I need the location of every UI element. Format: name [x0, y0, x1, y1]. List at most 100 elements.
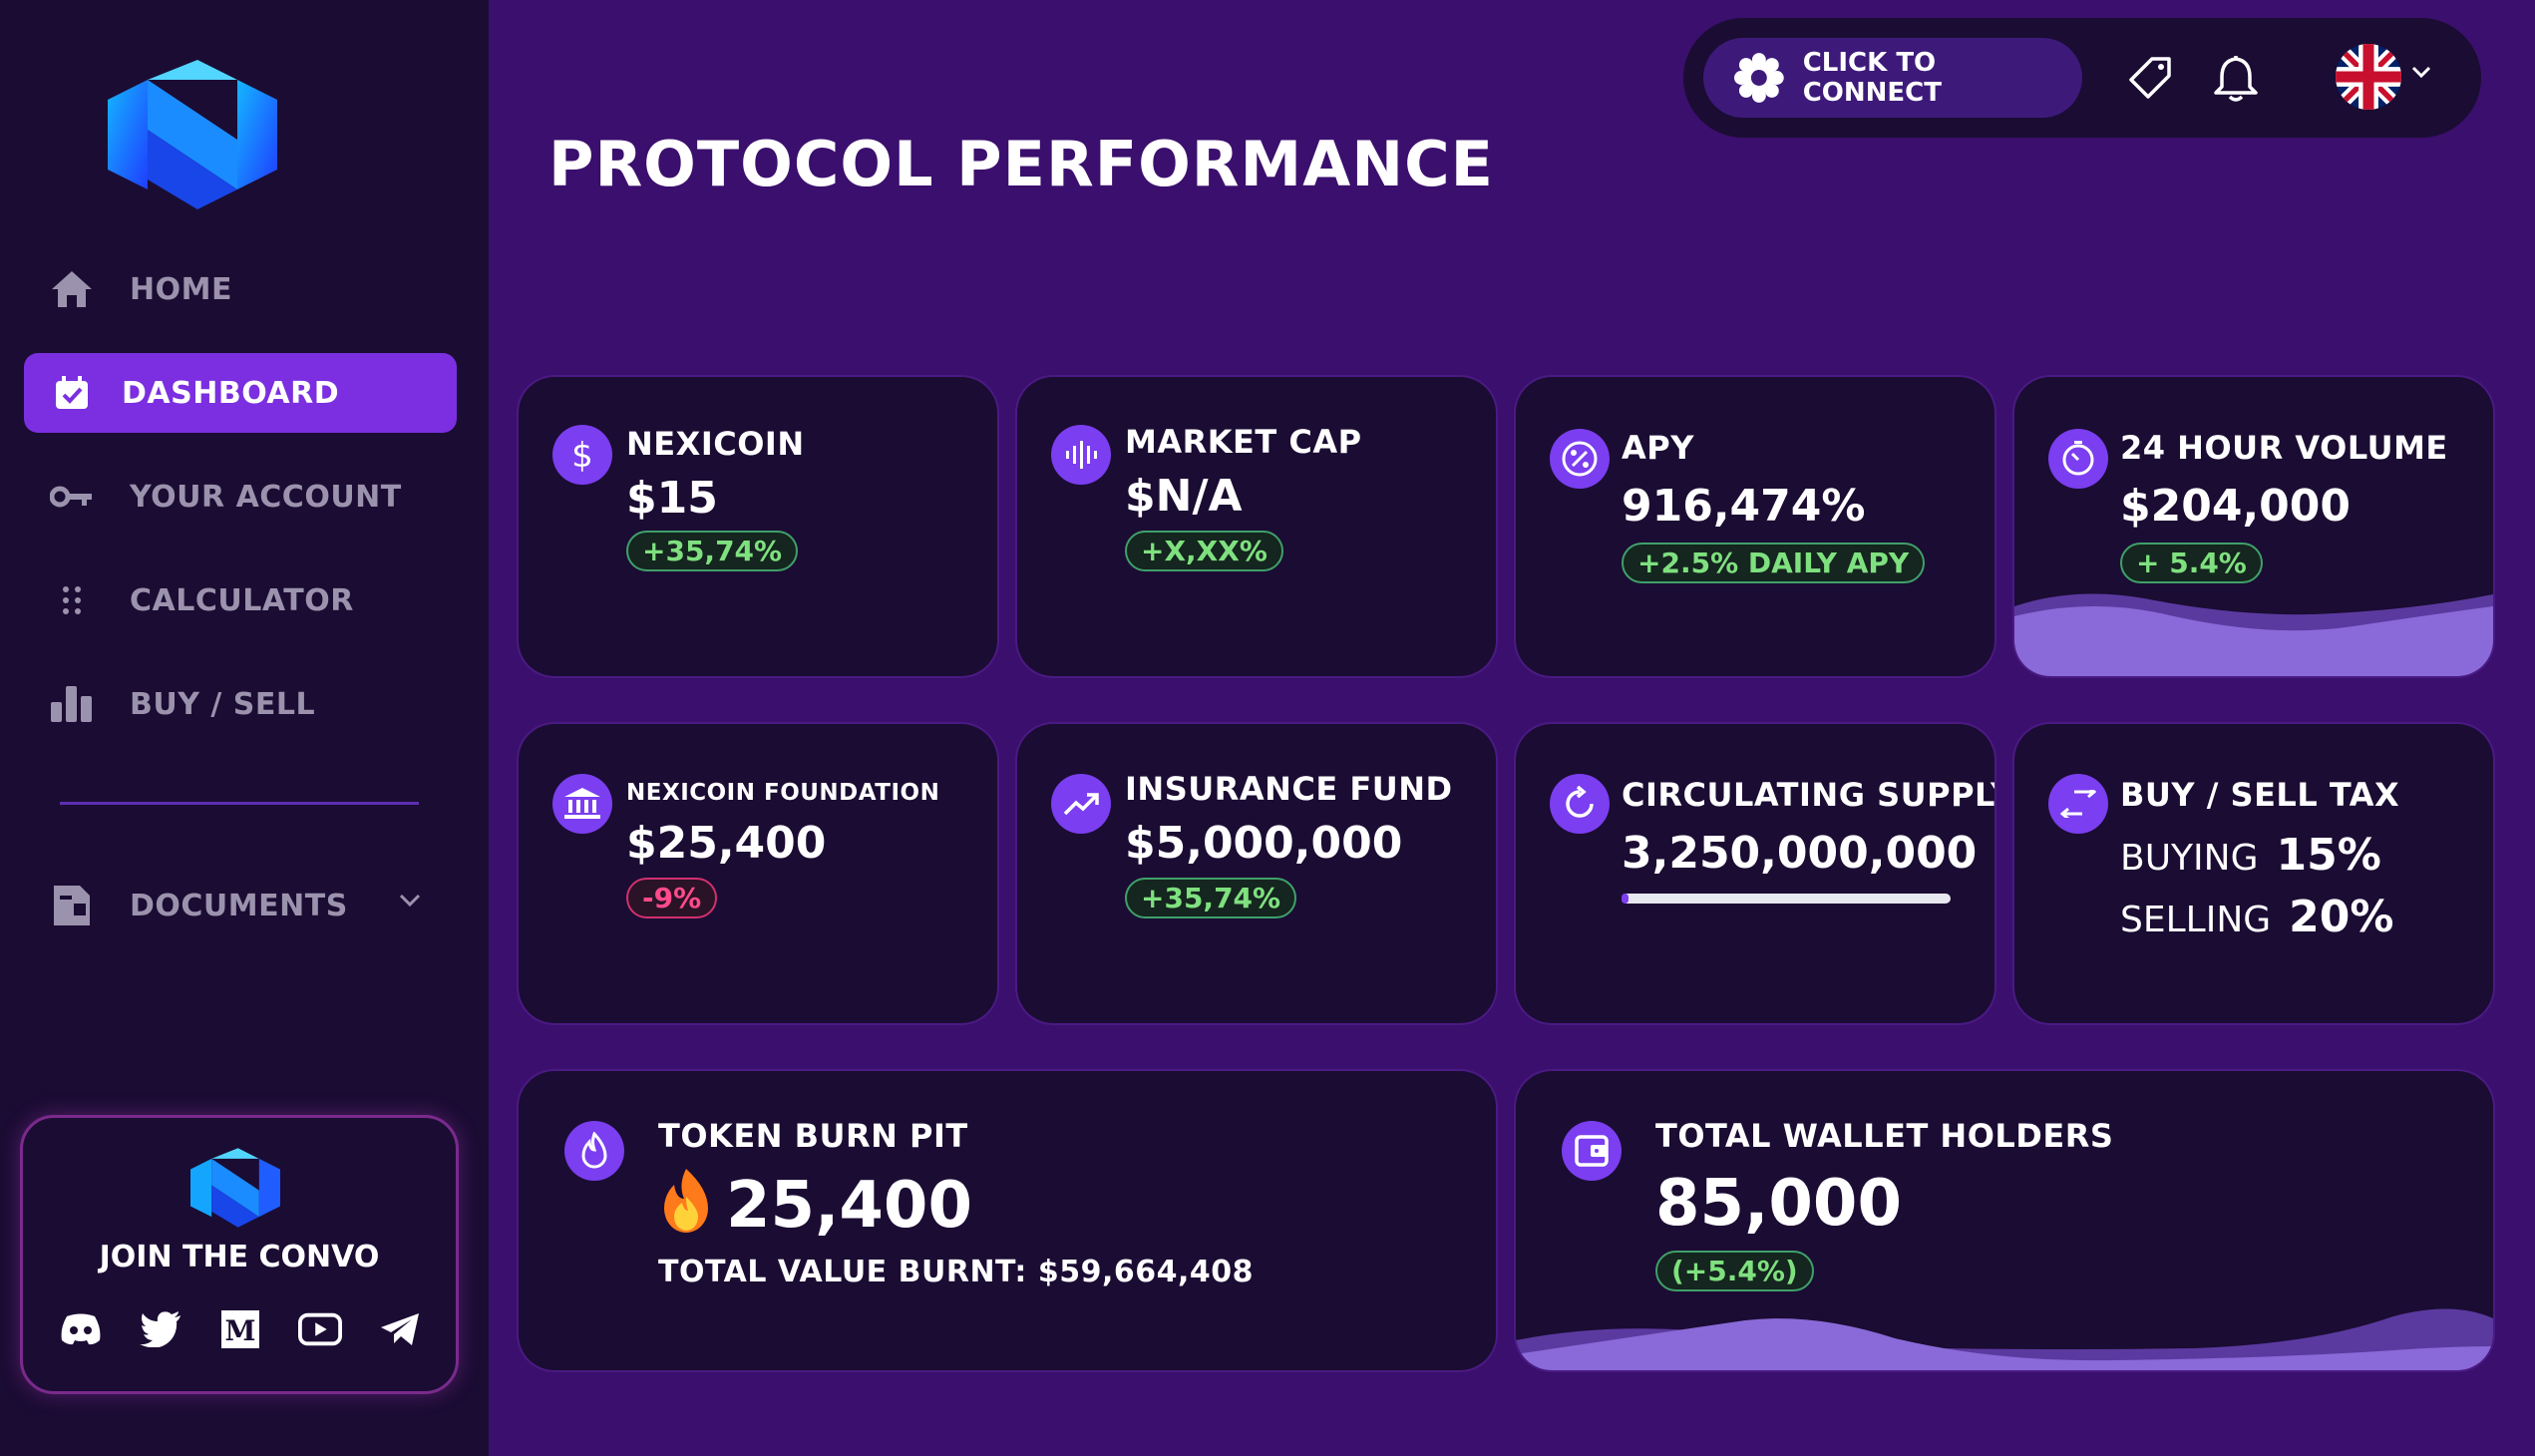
social-links: M [59, 1307, 422, 1351]
card-foundation: NEXICOIN FOUNDATION $25,400 -9% [519, 724, 997, 1023]
wallet-icon [1562, 1121, 1622, 1181]
bank-icon [552, 774, 612, 834]
selling-tax-row: SELLING 20% [2120, 892, 2393, 942]
card-token-burn-pit: TOKEN BURN PIT 25,400 TOTAL VALUE BURNT:… [519, 1071, 1496, 1370]
trend-up-icon [1051, 774, 1111, 834]
holders-wave-graphic [1516, 1308, 2493, 1370]
flame-icon [564, 1121, 624, 1181]
nexicoin-logo-small [190, 1148, 280, 1228]
burn-value: 25,400 [726, 1169, 972, 1243]
supply-progress-fill [1622, 894, 1629, 904]
sidebar-item-label: YOUR ACCOUNT [130, 479, 402, 515]
youtube-icon[interactable] [298, 1307, 342, 1351]
connect-wallet-button[interactable]: CLICK TO CONNECT [1703, 38, 2082, 118]
sidebar-item-label: BUY / SELL [130, 686, 316, 722]
sidebar-item-dashboard[interactable]: DASHBOARD [24, 353, 457, 433]
card-title: NEXICOIN [626, 425, 805, 463]
card-title: INSURANCE FUND [1125, 770, 1453, 808]
dots-grid-icon [48, 576, 96, 624]
volume-wave-graphic [2014, 593, 2493, 676]
card-title: 24 HOUR VOLUME [2120, 429, 2448, 467]
home-icon [48, 265, 96, 313]
card-value: 3,250,000,000 [1622, 828, 1978, 879]
soundwave-icon [1051, 425, 1111, 485]
buying-value: 15% [2276, 830, 2381, 881]
join-convo-panel: JOIN THE CONVO M [20, 1115, 459, 1394]
sidebar-item-label: CALCULATOR [130, 582, 354, 618]
tag-icon[interactable] [2122, 50, 2178, 106]
card-title: BUY / SELL TAX [2120, 776, 2400, 814]
buying-tax-row: BUYING 15% [2120, 830, 2381, 881]
card-total-wallet-holders: TOTAL WALLET HOLDERS 85,000 (+5.4%) [1516, 1071, 2493, 1370]
sidebar-item-label: DOCUMENTS [130, 888, 348, 923]
card-value: $N/A [1125, 471, 1243, 522]
burn-value-row: 25,400 [658, 1167, 972, 1243]
card-title: NEXICOIN FOUNDATION [626, 780, 940, 806]
burn-total-value: TOTAL VALUE BURNT: $59,664,408 [658, 1255, 1254, 1289]
svg-text:$: $ [571, 436, 593, 475]
timer-icon [2048, 429, 2108, 489]
card-market-cap: MARKET CAP $N/A +X,XX% [1017, 377, 1496, 676]
change-badge: -9% [626, 878, 718, 918]
percent-icon [1550, 429, 1610, 489]
change-badge: +35,74% [1125, 878, 1297, 918]
card-title: CIRCULATING SUPPLY [1622, 776, 1994, 814]
swap-arrows-icon [2048, 774, 2108, 834]
page-title: PROTOCOL PERFORMANCE [548, 128, 1494, 200]
connect-label: CLICK TO CONNECT [1802, 48, 1942, 108]
sidebar: HOME DASHBOARD YOUR ACCOUNT CALCULATOR B… [0, 0, 489, 1456]
card-value: $204,000 [2120, 481, 2352, 532]
card-value: $15 [626, 473, 718, 524]
card-buy-sell-tax: BUY / SELL TAX BUYING 15% SELLING 20% [2014, 724, 2493, 1023]
sidebar-item-calculator[interactable]: CALCULATOR [24, 560, 457, 640]
twitter-icon[interactable] [139, 1307, 182, 1351]
sidebar-item-documents[interactable]: DOCUMENTS [24, 866, 457, 945]
nav-divider [60, 802, 419, 805]
calendar-check-icon [48, 369, 96, 417]
fire-emoji-icon [664, 1169, 708, 1233]
nexicoin-logo[interactable] [108, 60, 277, 209]
change-badge: (+5.4%) [1655, 1251, 1814, 1291]
change-badge: +35,74% [626, 531, 799, 571]
card-nexicoin: $ NEXICOIN $15 +35,74% [519, 377, 997, 676]
dollar-icon: $ [552, 425, 612, 485]
document-icon [48, 882, 96, 929]
card-value: 85,000 [1655, 1167, 1902, 1241]
sidebar-item-label: HOME [130, 271, 232, 307]
buying-label: BUYING [2120, 838, 2259, 879]
supply-progress-bar [1622, 894, 1951, 904]
card-24h-volume: 24 HOUR VOLUME $204,000 + 5.4% [2014, 377, 2493, 676]
gear-icon [1733, 53, 1784, 103]
discord-icon[interactable] [59, 1307, 103, 1351]
top-bar: CLICK TO CONNECT [1683, 18, 2481, 138]
change-badge: +2.5% DAILY APY [1622, 543, 1926, 583]
card-value: 916,474% [1622, 481, 1866, 532]
card-title: APY [1622, 429, 1694, 467]
bell-icon[interactable] [2208, 50, 2264, 106]
card-title: TOTAL WALLET HOLDERS [1655, 1117, 2114, 1155]
chevron-down-icon[interactable] [2411, 66, 2431, 78]
selling-label: SELLING [2120, 900, 2272, 940]
convo-title: JOIN THE CONVO [99, 1240, 380, 1274]
medium-icon[interactable]: M [218, 1307, 262, 1351]
sidebar-item-buy-sell[interactable]: BUY / SELL [24, 664, 457, 744]
chevron-down-icon [399, 894, 421, 908]
card-insurance-fund: INSURANCE FUND $5,000,000 +35,74% [1017, 724, 1496, 1023]
card-title: MARKET CAP [1125, 423, 1362, 461]
bar-chart-icon [48, 680, 96, 728]
card-circulating-supply: CIRCULATING SUPPLY 3,250,000,000 [1516, 724, 1994, 1023]
card-value: $5,000,000 [1125, 818, 1403, 869]
selling-value: 20% [2289, 892, 2394, 942]
telegram-icon[interactable] [378, 1307, 422, 1351]
sidebar-item-your-account[interactable]: YOUR ACCOUNT [24, 457, 457, 537]
card-apy: APY 916,474% +2.5% DAILY APY [1516, 377, 1994, 676]
svg-text:M: M [225, 1314, 256, 1347]
card-title: TOKEN BURN PIT [658, 1117, 968, 1155]
key-icon [48, 473, 96, 521]
sidebar-item-home[interactable]: HOME [24, 249, 457, 329]
sidebar-item-label: DASHBOARD [122, 375, 340, 411]
change-badge: +X,XX% [1125, 531, 1283, 571]
refresh-icon [1550, 774, 1610, 834]
uk-flag-icon[interactable] [2336, 44, 2401, 110]
card-value: $25,400 [626, 818, 827, 869]
